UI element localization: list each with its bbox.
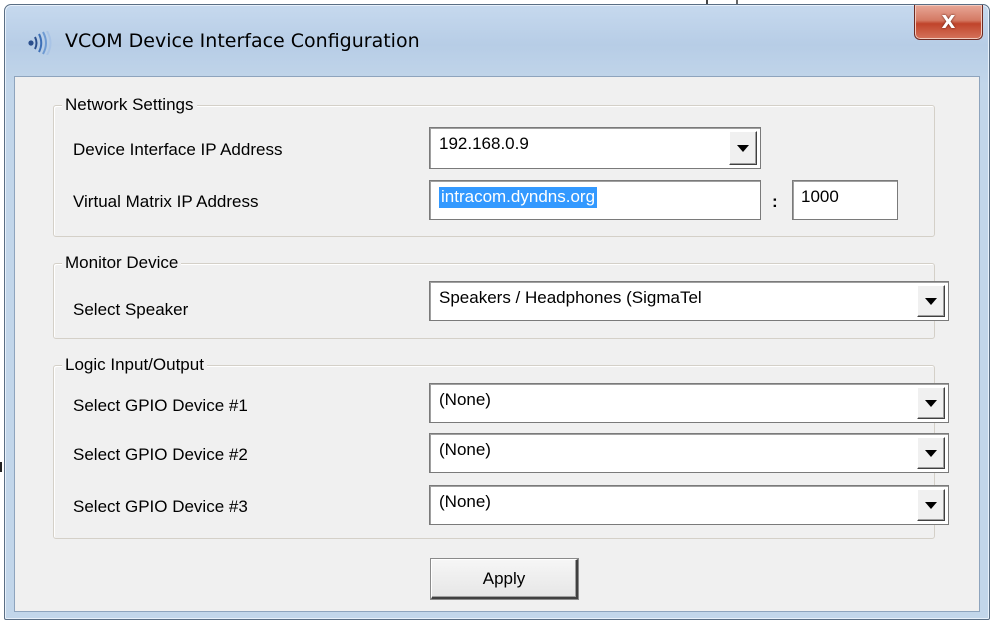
- gpio-1-value: (None): [439, 390, 491, 409]
- chevron-down-icon[interactable]: [917, 285, 945, 317]
- gpio-2-label: Select GPIO Device #2: [73, 445, 248, 464]
- gpio-1-dropdown[interactable]: (None): [429, 383, 949, 423]
- chevron-down-icon[interactable]: [917, 387, 945, 419]
- close-button[interactable]: X: [914, 5, 983, 40]
- window-title: VCOM Device Interface Configuration: [65, 30, 420, 52]
- device-ip-label: Device Interface IP Address: [73, 140, 283, 159]
- matrix-port-field[interactable]: 1000: [792, 180, 898, 220]
- chevron-down-icon[interactable]: [917, 437, 945, 469]
- port-separator: :: [772, 192, 778, 211]
- matrix-host-value: intracom.dyndns.org: [439, 187, 598, 208]
- logic-io-legend: Logic Input/Output: [62, 354, 207, 376]
- background-mark: [0, 462, 2, 472]
- signal-waves-icon: [27, 30, 55, 56]
- apply-button[interactable]: Apply: [431, 559, 578, 599]
- speaker-label: Select Speaker: [73, 300, 189, 319]
- matrix-host-field[interactable]: intracom.dyndns.org: [429, 180, 761, 220]
- gpio-2-dropdown[interactable]: (None): [429, 433, 949, 473]
- config-dialog: VCOM Device Interface Configuration X Ne…: [4, 4, 990, 620]
- network-settings-legend: Network Settings: [62, 94, 197, 116]
- device-ip-dropdown[interactable]: 192.168.0.9: [429, 127, 761, 169]
- monitor-device-legend: Monitor Device: [62, 252, 182, 274]
- device-ip-value: 192.168.0.9: [439, 134, 529, 153]
- matrix-ip-label: Virtual Matrix IP Address: [73, 192, 259, 211]
- dialog-body: Network Settings Device Interface IP Add…: [14, 76, 980, 612]
- gpio-3-value: (None): [439, 492, 491, 511]
- gpio-3-dropdown[interactable]: (None): [429, 485, 949, 525]
- chevron-down-icon[interactable]: [729, 131, 757, 165]
- close-icon: X: [941, 11, 956, 33]
- gpio-2-value: (None): [439, 440, 491, 459]
- matrix-port-value: 1000: [801, 187, 839, 206]
- gpio-3-label: Select GPIO Device #3: [73, 497, 248, 516]
- chevron-down-icon[interactable]: [917, 489, 945, 521]
- gpio-1-label: Select GPIO Device #1: [73, 396, 248, 415]
- title-bar[interactable]: VCOM Device Interface Configuration X: [5, 5, 989, 77]
- speaker-dropdown[interactable]: Speakers / Headphones (SigmaTel: [429, 281, 949, 321]
- speaker-value: Speakers / Headphones (SigmaTel: [439, 288, 702, 307]
